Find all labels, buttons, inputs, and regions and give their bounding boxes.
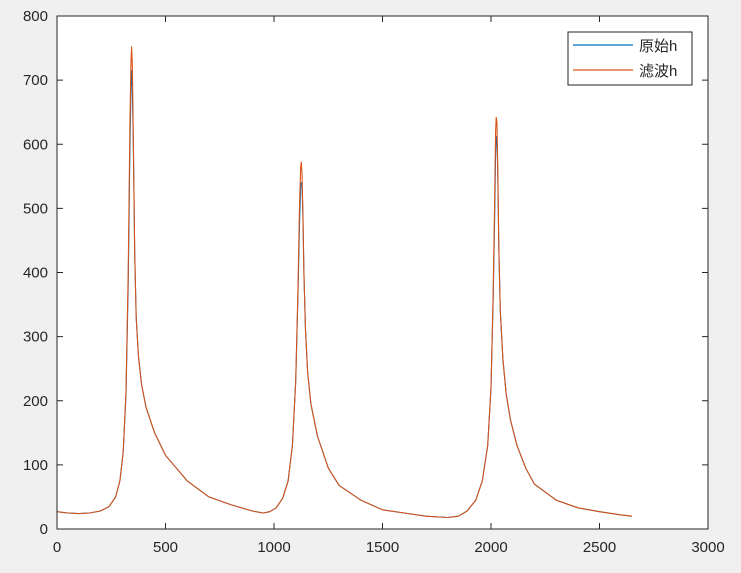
legend: 原始h 滤波h [567,31,693,86]
y-tick-label: 600 [23,136,48,153]
x-tick-label: 2500 [583,539,616,556]
y-tick-label: 300 [23,329,48,346]
x-tick-label: 500 [153,539,178,556]
x-tick-label: 2000 [474,539,507,556]
x-tick-label: 0 [53,539,61,556]
legend-label-original-h: 原始h [639,38,677,55]
y-tick-label: 0 [40,521,48,538]
x-tick-label: 1500 [366,539,399,556]
y-tick-label: 200 [23,393,48,410]
x-tick-label: 3000 [691,539,724,556]
x-tick-label: 1000 [257,539,290,556]
plot-area [57,16,708,529]
y-tick-label: 400 [23,265,48,282]
y-tick-label: 800 [23,8,48,25]
y-tick-label: 100 [23,457,48,474]
line-chart: 0 500 1000 1500 2000 2500 3000 0 100 200 300 400 500… [23,8,725,556]
y-tick-label: 700 [23,72,48,89]
legend-label-filtered-h: 滤波h [639,63,677,80]
y-tick-label: 500 [23,200,48,217]
